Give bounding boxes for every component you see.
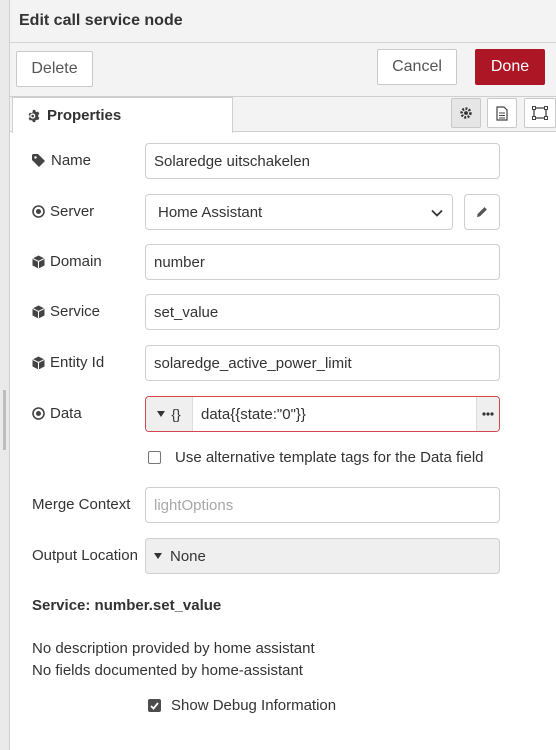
service-info-title: Service: number.set_value [32, 597, 222, 614]
caret-down-icon [154, 553, 162, 559]
tab-description[interactable] [487, 98, 517, 128]
service-input[interactable]: set_value [145, 294, 500, 330]
cube-icon [32, 305, 45, 318]
gear-icon [28, 109, 40, 122]
resize-grip[interactable] [3, 390, 6, 450]
dialog-header: Edit call service node [10, 0, 556, 43]
radio-dot-icon [32, 407, 45, 420]
debug-checkbox[interactable] [148, 699, 161, 712]
debug-label: Show Debug Information [171, 697, 337, 714]
server-label: Server [32, 203, 94, 220]
name-label: Name [32, 152, 91, 169]
dialog-title: Edit call service node [19, 12, 183, 29]
edit-server-button[interactable] [464, 194, 500, 230]
domain-label: Domain [32, 253, 102, 270]
tag-icon [32, 154, 45, 167]
tab-properties-label: Properties [47, 107, 122, 124]
cube-icon [32, 356, 45, 369]
data-typed-input: {} data{{state:"0"}} [145, 396, 500, 432]
service-description: No description provided by home assistan… [32, 640, 315, 657]
tab-settings[interactable] [451, 98, 481, 128]
server-select[interactable]: Home Assistant [145, 194, 453, 230]
sidebar-resize-edge[interactable] [0, 0, 10, 750]
data-expand-button[interactable] [476, 397, 499, 431]
alt-tags-checkbox[interactable] [148, 451, 161, 464]
data-input[interactable]: data{{state:"0"}} [193, 406, 476, 423]
checkmark-icon [150, 701, 159, 710]
service-fields-note: No fields documented by home-assistant [32, 662, 303, 679]
entity-id-input[interactable]: solaredge_active_power_limit [145, 345, 500, 381]
cancel-button[interactable]: Cancel [377, 49, 457, 85]
output-location-select[interactable]: None [145, 538, 500, 574]
cube-icon [32, 255, 45, 268]
merge-context-label: Merge Context [32, 496, 131, 513]
done-button[interactable]: Done [475, 49, 545, 85]
chevron-down-icon [431, 209, 443, 217]
tab-properties[interactable]: Properties [12, 97, 233, 133]
pencil-icon [477, 207, 487, 217]
radio-dot-icon [32, 205, 45, 218]
node-appearance-icon [532, 106, 548, 120]
name-input[interactable]: Solaredge uitschakelen [145, 143, 500, 179]
tab-bar: Properties [10, 97, 556, 133]
tab-appearance[interactable] [524, 98, 556, 128]
delete-button[interactable]: Delete [16, 51, 93, 87]
gear-icon [460, 107, 472, 119]
output-location-value: None [170, 547, 206, 565]
data-label: Data [32, 405, 82, 422]
data-type-select[interactable]: {} [146, 397, 193, 431]
domain-input[interactable]: number [145, 244, 500, 280]
merge-context-input[interactable]: lightOptions [145, 487, 500, 523]
output-location-label: Output Location [32, 547, 138, 564]
ellipsis-icon [482, 412, 494, 416]
server-select-value: Home Assistant [158, 203, 263, 221]
alt-tags-label: Use alternative template tags for the Da… [175, 449, 484, 466]
caret-down-icon [157, 411, 166, 417]
service-label: Service [32, 303, 100, 320]
dialog-toolbar: Delete Cancel Done [10, 43, 556, 97]
entity-id-label: Entity Id [32, 354, 104, 371]
data-type-symbol: {} [171, 406, 181, 422]
document-icon [496, 105, 508, 121]
